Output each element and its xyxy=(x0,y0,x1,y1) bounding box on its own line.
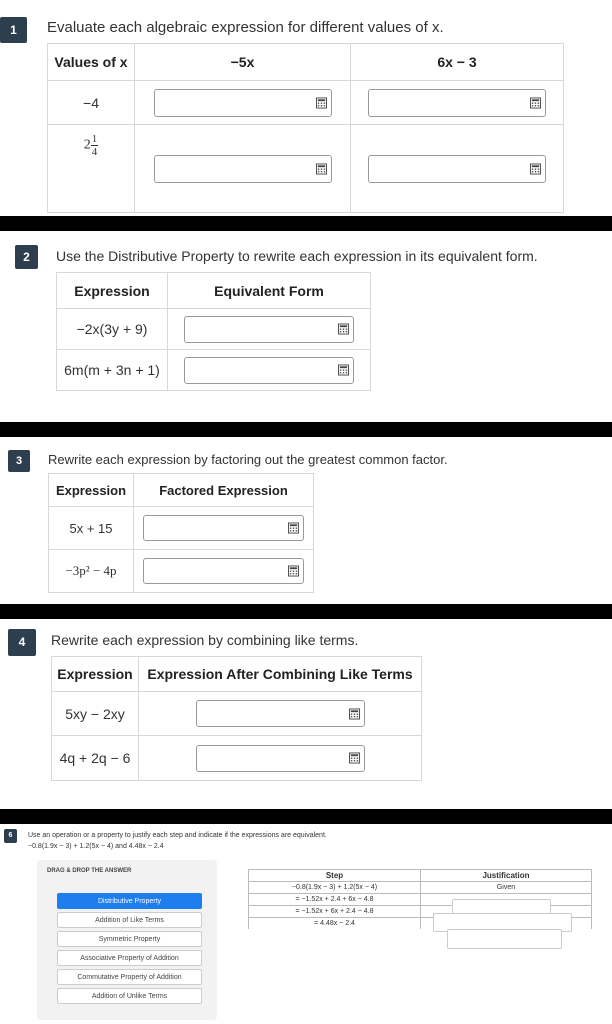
q2-row2-expression: 6m(m + 3n + 1) xyxy=(56,349,168,391)
q2-table: Expression Equivalent Form −2x(3y + 9) 6… xyxy=(56,272,371,391)
q1-header-6x-3: 6x − 3 xyxy=(350,43,564,81)
calculator-icon[interactable] xyxy=(349,753,360,764)
question-number-2: 2 xyxy=(15,245,38,269)
question-4-prompt: Rewrite each expression by combining lik… xyxy=(51,632,359,648)
q1-row2-value: 214 xyxy=(47,124,135,213)
steps-header-justification: Justification xyxy=(420,869,592,882)
calculator-icon[interactable] xyxy=(530,163,541,174)
q4-row2-expression: 4q + 2q − 6 xyxy=(51,735,139,781)
q4-header-combined: Expression After Combining Like Terms xyxy=(138,656,422,692)
question-6-prompt: Use an operation or a property to justif… xyxy=(28,832,327,839)
q1-header-neg5x: −5x xyxy=(134,43,351,81)
section-divider xyxy=(0,604,612,619)
step-row-4: = 4.48x − 2.4 xyxy=(248,917,421,929)
question-number-4: 4 xyxy=(8,629,36,656)
q3-row1-expression: 5x + 15 xyxy=(48,506,134,550)
question-number-6: 6 xyxy=(4,829,17,843)
chip-associative-property[interactable]: Associative Property of Addition xyxy=(57,950,202,966)
question-1-prompt: Evaluate each algebraic expression for d… xyxy=(47,19,444,36)
chip-addition-of-like-terms[interactable]: Addition of Like Terms xyxy=(57,912,202,928)
calculator-icon[interactable] xyxy=(338,324,349,335)
justification-drop-zone-3[interactable] xyxy=(447,929,562,949)
calculator-icon[interactable] xyxy=(338,365,349,376)
drag-drop-title: DRAG & DROP THE ANSWER xyxy=(47,868,132,874)
q4-r1-input[interactable] xyxy=(195,700,365,727)
justification-drop-zone-1[interactable] xyxy=(452,899,551,914)
calculator-icon[interactable] xyxy=(316,163,327,174)
q3-table: Expression Factored Expression 5x + 15 −… xyxy=(48,473,314,593)
section-divider xyxy=(0,422,612,437)
calculator-icon[interactable] xyxy=(530,97,541,108)
q1-r2-neg5x-input[interactable] xyxy=(153,154,332,183)
q1-r1-neg5x-input[interactable] xyxy=(153,88,332,117)
q3-header-factored: Factored Expression xyxy=(133,473,314,507)
mixed-number-fraction: 14 xyxy=(90,133,99,158)
question-3-prompt: Rewrite each expression by factoring out… xyxy=(48,452,448,467)
chip-symmetric-property[interactable]: Symmetric Property xyxy=(57,931,202,947)
step-row-1: −0.8(1.9x − 3) + 1.2(5x − 4) xyxy=(248,881,421,894)
q3-header-expression: Expression xyxy=(48,473,134,507)
q2-r1-input[interactable] xyxy=(184,315,354,343)
question-number-3: 3 xyxy=(8,450,30,472)
q2-header-equivalent: Equivalent Form xyxy=(167,272,371,309)
q1-header-values: Values of x xyxy=(47,43,135,81)
section-divider xyxy=(0,216,612,231)
calculator-icon[interactable] xyxy=(316,97,327,108)
section-divider xyxy=(0,809,612,824)
q4-table: Expression Expression After Combining Li… xyxy=(51,656,422,781)
q2-row1-expression: −2x(3y + 9) xyxy=(56,308,168,350)
steps-header-step: Step xyxy=(248,869,421,882)
chip-distributive-property[interactable]: Distributive Property xyxy=(57,893,202,909)
q2-header-expression: Expression xyxy=(56,272,168,309)
calculator-icon[interactable] xyxy=(288,523,299,534)
step-row-3: = −1.52x + 6x + 2.4 − 4.8 xyxy=(248,905,421,918)
question-2-prompt: Use the Distributive Property to rewrite… xyxy=(56,248,538,264)
question-number-1: 1 xyxy=(0,17,27,43)
q4-row1-expression: 5xy − 2xy xyxy=(51,691,139,736)
chip-addition-of-unlike-terms[interactable]: Addition of Unlike Terms xyxy=(57,988,202,1004)
mixed-number-whole: 2 xyxy=(83,137,91,153)
q1-table: Values of x −5x 6x − 3 −4 214 xyxy=(47,43,564,213)
step-row-2: = −1.52x + 2.4 + 6x − 4.8 xyxy=(248,893,421,906)
question-6-expression: −0.8(1.9x − 3) + 1.2(5x − 4) and 4.48x −… xyxy=(28,843,164,850)
calculator-icon[interactable] xyxy=(288,566,299,577)
q4-header-expression: Expression xyxy=(51,656,139,692)
justification-given: Given xyxy=(420,881,592,894)
chip-commutative-property[interactable]: Commutative Property of Addition xyxy=(57,969,202,985)
q1-r1-6x-3-input[interactable] xyxy=(368,88,546,117)
q3-row2-expression: −3p² − 4p xyxy=(48,549,134,593)
q3-r2-input[interactable] xyxy=(143,558,304,584)
q1-row1-value: −4 xyxy=(47,80,135,125)
q2-r2-input[interactable] xyxy=(184,356,354,384)
q1-r2-6x-3-input[interactable] xyxy=(368,154,546,183)
calculator-icon[interactable] xyxy=(349,708,360,719)
q3-r1-input[interactable] xyxy=(143,515,304,541)
q4-r2-input[interactable] xyxy=(195,744,365,772)
